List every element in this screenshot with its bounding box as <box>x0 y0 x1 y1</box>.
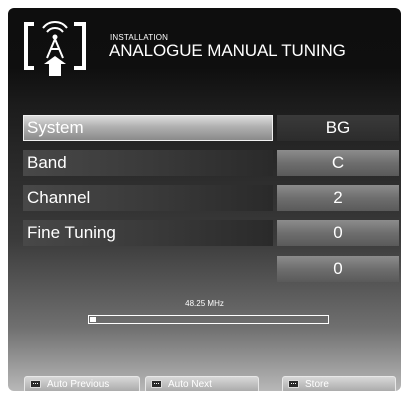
menu-row-fine-tuning[interactable]: Fine Tuning 0 <box>23 220 399 246</box>
remote-key-icon <box>151 380 162 388</box>
menu-row-channel[interactable]: Channel 2 <box>23 185 399 211</box>
row-label: Band <box>23 150 273 176</box>
menu-row-extra[interactable]: 0 <box>23 256 399 282</box>
auto-previous-button[interactable]: Auto Previous <box>24 376 140 391</box>
row-value[interactable]: BG <box>277 115 399 141</box>
store-button[interactable]: Store <box>282 376 396 391</box>
tuning-progress-bar <box>88 315 329 324</box>
page-title: ANALOGUE MANUAL TUNING <box>109 41 346 60</box>
row-label: System <box>23 115 273 141</box>
remote-key-icon <box>30 380 41 388</box>
row-value[interactable]: 2 <box>277 185 399 211</box>
menu-row-system[interactable]: System BG <box>23 115 399 141</box>
auto-previous-label: Auto Previous <box>47 379 110 390</box>
menu-row-band[interactable]: Band C <box>23 150 399 176</box>
row-value[interactable]: 0 <box>277 220 399 246</box>
tuning-progress-fill <box>90 317 96 322</box>
remote-key-icon <box>288 380 299 388</box>
store-label: Store <box>305 379 329 390</box>
row-label: Channel <box>23 185 273 211</box>
row-value[interactable]: 0 <box>277 256 399 282</box>
row-value[interactable]: C <box>277 150 399 176</box>
frequency-readout: 48.25 MHz <box>185 299 224 308</box>
row-label: Fine Tuning <box>23 220 273 246</box>
auto-next-button[interactable]: Auto Next <box>145 376 259 391</box>
auto-next-label: Auto Next <box>168 379 212 390</box>
tuning-menu-screen: INSTALLATION ANALOGUE MANUAL TUNING Syst… <box>8 8 401 391</box>
antenna-installation-icon <box>24 21 86 76</box>
